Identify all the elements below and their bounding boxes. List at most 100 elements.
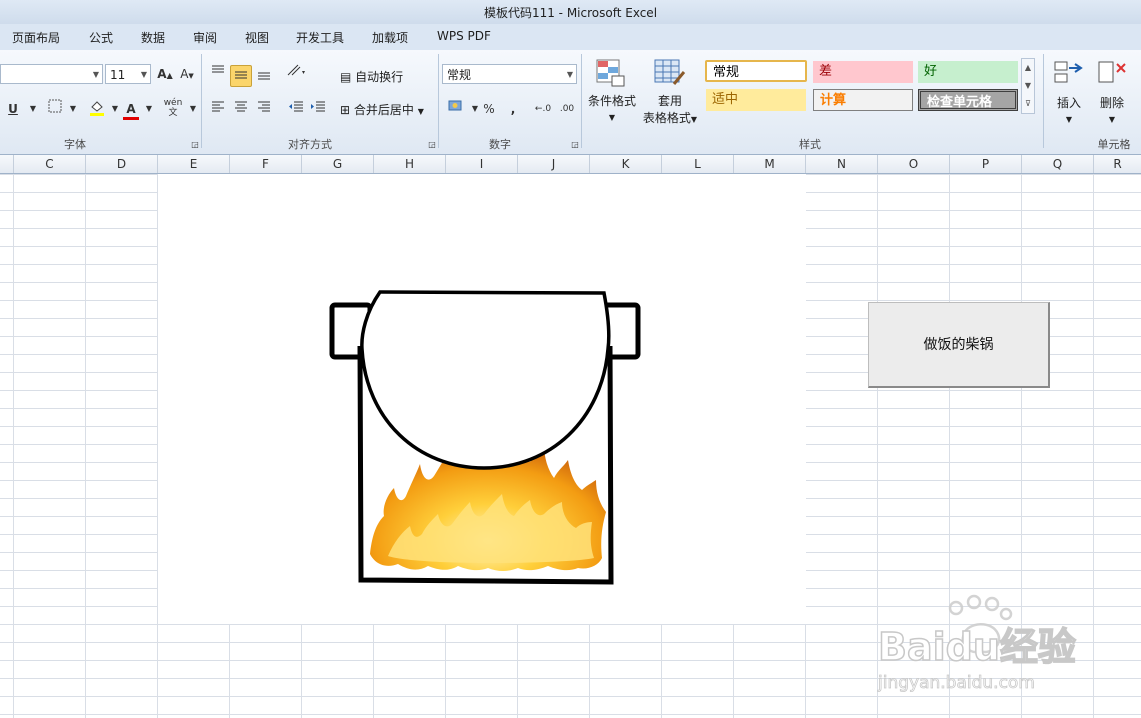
chevron-down-icon: ▼ (1108, 115, 1116, 124)
delete-button[interactable]: 删除 ▼ (1092, 94, 1132, 125)
ribbon-tabs: 页面布局 公式 数据 审阅 视图 开发工具 加载项 WPS PDF (0, 24, 1141, 50)
column-header[interactable]: K (590, 155, 662, 173)
dialog-launcher-icon[interactable]: ◲ (421, 134, 443, 156)
shrink-font-icon[interactable]: A▼ (176, 63, 198, 85)
group-label-cells: 单元格 (1097, 138, 1131, 151)
group-divider (581, 54, 582, 148)
table-format-button[interactable]: 套用 表格格式▼ (640, 92, 700, 126)
tab-page-layout[interactable]: 页面布局 (12, 29, 60, 46)
column-header[interactable]: J (518, 155, 590, 173)
increase-indent-icon[interactable] (307, 98, 329, 120)
column-header[interactable]: F (230, 155, 302, 173)
underline-button[interactable]: U (2, 98, 24, 120)
chevron-down-icon[interactable]: ▼ (62, 98, 84, 120)
column-header[interactable]: R (1094, 155, 1141, 173)
column-header[interactable]: L (662, 155, 734, 173)
column-header[interactable]: N (806, 155, 878, 173)
align-middle-icon[interactable] (230, 65, 252, 87)
pot-drawing (329, 290, 641, 585)
styles-gallery-scroller[interactable]: ▲ ▼ ⊽ (1021, 58, 1035, 114)
number-format-value: 常规 (447, 68, 472, 82)
decrease-decimal-icon[interactable]: .00 (556, 98, 578, 120)
style-normal[interactable]: 常规 (705, 60, 807, 82)
decrease-indent-icon[interactable] (285, 98, 307, 120)
font-size-combo[interactable]: 11 ▼ (105, 64, 151, 84)
tab-wps-pdf[interactable]: WPS PDF (437, 29, 491, 43)
font-name-combo[interactable]: ▼ (0, 64, 103, 84)
grow-font-icon[interactable]: A▲ (154, 63, 176, 85)
wrap-text-icon: ▤ (340, 70, 352, 84)
column-header-partial[interactable] (0, 155, 14, 173)
align-top-icon[interactable] (207, 62, 229, 84)
chevron-down-icon[interactable]: ▼ (22, 98, 44, 120)
style-neutral[interactable]: 适中 (706, 89, 806, 111)
group-label-styles: 样式 (799, 138, 821, 151)
tab-addins[interactable]: 加载项 (372, 29, 408, 46)
orientation-icon[interactable] (285, 62, 307, 84)
column-header[interactable]: M (734, 155, 806, 173)
align-center-icon[interactable] (230, 98, 252, 120)
merge-center-button[interactable]: ⊞ 合并后居中 ▼ (340, 101, 424, 118)
pot-picture[interactable] (158, 174, 806, 624)
group-divider (1043, 54, 1044, 148)
group-label-alignment: 对齐方式 (288, 138, 332, 151)
tab-review[interactable]: 审阅 (193, 29, 217, 46)
phonetic-label: wén (163, 98, 183, 108)
column-header[interactable]: G (302, 155, 374, 173)
title-bar: 模板代码111 - Microsoft Excel (0, 0, 1141, 24)
tab-formulas[interactable]: 公式 (89, 29, 113, 46)
comma-button[interactable]: , (502, 98, 524, 120)
percent-button[interactable]: % (478, 98, 500, 120)
column-header[interactable]: D (86, 155, 158, 173)
merge-icon: ⊞ (340, 103, 351, 117)
chevron-down-icon[interactable]: ▼ (138, 98, 160, 120)
chevron-down-icon: ▼ (608, 113, 616, 122)
baidu-watermark: Baidu经验 jingyan.baidu.com (876, 594, 1086, 694)
chevron-down-icon: ▼ (140, 70, 147, 79)
insert-label: 插入 (1056, 96, 1081, 110)
font-size-value: 11 (110, 68, 126, 82)
column-header[interactable]: E (158, 155, 230, 173)
column-header[interactable]: H (374, 155, 446, 173)
chevron-down-icon: ▼ (1065, 115, 1073, 124)
font-color-label: A (126, 102, 136, 116)
wrap-text-label: 自动换行 (355, 70, 404, 84)
phonetic-guide-button[interactable]: wén 文 (162, 98, 184, 120)
column-header[interactable]: C (14, 155, 86, 173)
tab-view[interactable]: 视图 (245, 29, 269, 46)
group-label-number: 数字 (489, 138, 511, 151)
increase-decimal-icon[interactable]: ←.0 (532, 98, 554, 120)
wrap-text-button[interactable]: ▤ 自动换行 (340, 68, 403, 85)
baidu-paw-icon: Baidu经验 jingyan.baidu.com (877, 594, 1077, 693)
font-color-swatch (123, 117, 139, 120)
align-right-icon[interactable] (253, 98, 275, 120)
style-check-cell[interactable]: 检查单元格 (918, 89, 1018, 111)
column-headers: C D E F G H I J K L M N O P Q R (0, 155, 1141, 174)
ribbon: ▼ 11 ▼ A▲ A▼ U ▼ ▼ ▼ A ▼ wén 文 ▼ 字体 ◲ ▤ 自动… (0, 50, 1141, 155)
column-header[interactable]: P (950, 155, 1022, 173)
chevron-down-icon: ▼ (566, 70, 573, 79)
column-header[interactable]: Q (1022, 155, 1094, 173)
cook-pot-macro-button[interactable]: 做饭的柴锅 (868, 302, 1050, 388)
chevron-down-icon: ▼ (417, 107, 424, 116)
style-calculation[interactable]: 计算 (813, 89, 913, 111)
tab-data[interactable]: 数据 (141, 29, 165, 46)
column-header[interactable]: I (446, 155, 518, 173)
table-format-icon (654, 58, 686, 88)
column-header[interactable]: O (878, 155, 950, 173)
insert-button[interactable]: 插入 ▼ (1049, 94, 1089, 125)
table-format-label-line1: 套用 (657, 94, 682, 108)
tab-developer[interactable]: 开发工具 (296, 29, 344, 46)
conditional-format-button[interactable]: 条件格式 ▼ (584, 92, 640, 123)
merge-center-label: 合并后居中 (353, 103, 414, 117)
dialog-launcher-icon[interactable]: ◲ (564, 134, 586, 156)
dialog-launcher-icon[interactable]: ◲ (184, 134, 206, 156)
number-format-combo[interactable]: 常规 ▼ (442, 64, 577, 84)
align-bottom-icon[interactable] (253, 65, 275, 87)
align-left-icon[interactable] (207, 98, 229, 120)
style-bad[interactable]: 差 (813, 61, 913, 83)
watermark-brand: Baidu经验 (878, 625, 1076, 669)
conditional-format-icon (596, 58, 626, 88)
style-good[interactable]: 好 (918, 61, 1018, 83)
chevron-down-icon: ▼ (690, 115, 698, 124)
